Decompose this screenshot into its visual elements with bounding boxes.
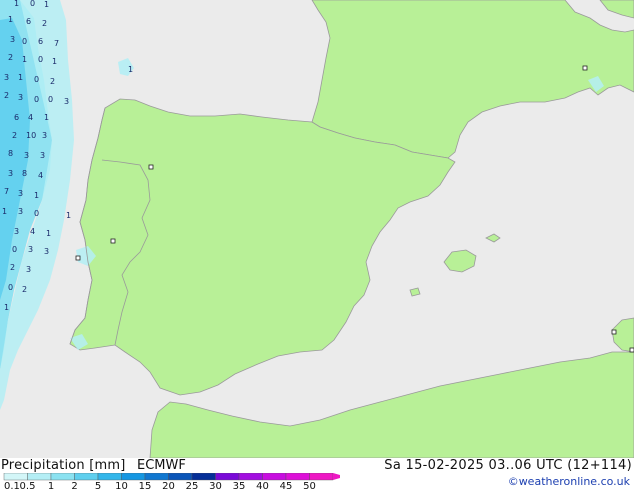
legend-tick-label: 30 — [209, 481, 222, 490]
valid-time: Sa 15-02-2025 03..06 UTC (12+114) — [384, 458, 632, 473]
precip-value-label: 0 — [38, 55, 43, 64]
precip-value-label: 0 — [8, 283, 13, 292]
precipitation-map: 1 0 11 6 23 0 6 72 1 0 113 1 0 22 3 0 0 36 4 12 10 38 3 33 8 47 3 1… — [0, 0, 634, 458]
precip-value-label: 2 — [10, 263, 15, 272]
legend-color-swatch — [97, 473, 122, 481]
model-name: ECMWF — [137, 458, 186, 473]
precip-value-label: 0 — [30, 0, 35, 8]
city-marker-lisbon — [110, 238, 116, 244]
legend-tick-label: 0.5 — [20, 481, 36, 490]
precip-value-label: 2 — [50, 77, 55, 86]
legend-tick-label: 1 — [48, 481, 54, 490]
legend-color-swatch — [121, 473, 146, 481]
precip-value-label: 6 — [26, 17, 31, 26]
precip-value-label: 1 — [14, 0, 19, 8]
legend-color-swatch — [309, 473, 334, 481]
precip-value-label: 10 — [26, 131, 36, 140]
legend-tick-label: 40 — [256, 481, 269, 490]
legend-tick-label: 10 — [115, 481, 128, 490]
legend-tick-label: 35 — [233, 481, 246, 490]
precip-value-label: 1 — [8, 15, 13, 24]
legend-tick-label: 0.1 — [4, 481, 20, 490]
precip-value-label: 6 — [38, 37, 43, 46]
precip-value-label: 3 — [10, 35, 15, 44]
precip-value-label: 8 — [22, 169, 27, 178]
precip-value-label: 3 — [4, 73, 9, 82]
precip-value-label: 3 — [44, 247, 49, 256]
city-marker-edge — [629, 347, 634, 353]
precip-value-label: 3 — [18, 189, 23, 198]
precip-value-label: 7 — [4, 187, 9, 196]
legend-tick-label: 45 — [280, 481, 293, 490]
legend-color-swatch — [50, 473, 75, 481]
precip-value-label: 1 — [2, 207, 7, 216]
precip-value-label: 3 — [24, 151, 29, 160]
precip-value-label: 4 — [28, 113, 33, 122]
city-marker-porto — [148, 164, 154, 170]
precip-value-label: 0 — [12, 245, 17, 254]
precip-value-label: 3 — [40, 151, 45, 160]
precip-value-label: 2 — [8, 53, 13, 62]
precip-value-label: 8 — [8, 149, 13, 158]
legend-color-swatch — [215, 473, 240, 481]
precip-value-label: 3 — [64, 97, 69, 106]
precip-value-label: 3 — [18, 93, 23, 102]
precipitation-legend: 0.1 0.5 1 2 5 10 15 20 25 30 35 40 45 50 — [3, 473, 340, 490]
footer-bar: Precipitation [mm] ECMWF Sa 15-02-2025 0… — [0, 458, 634, 490]
legend-tick-label: 5 — [95, 481, 101, 490]
precip-value-label: 7 — [54, 39, 59, 48]
precip-value-label: 2 — [42, 19, 47, 28]
precip-value-label: 3 — [14, 227, 19, 236]
precip-value-label: 3 — [28, 245, 33, 254]
legend-color-swatch — [168, 473, 193, 481]
city-marker-marseille — [582, 65, 588, 71]
legend-arrow-tip — [333, 473, 340, 480]
precip-value-label: 1 — [46, 229, 51, 238]
precip-value-label: 0 — [34, 75, 39, 84]
legend-color-swatch — [3, 473, 28, 481]
legend-color-swatch — [27, 473, 52, 481]
precip-value-label: 2 — [12, 131, 17, 140]
precip-value-label: 3 — [26, 265, 31, 274]
precip-value-label: 0 — [34, 209, 39, 218]
legend-tick-label: 15 — [139, 481, 152, 490]
legend-tick-label: 25 — [186, 481, 199, 490]
precip-value-label: 1 — [44, 113, 49, 122]
legend-color-swatch — [285, 473, 310, 481]
precip-value-label: 1 — [44, 0, 49, 9]
precip-value-label: 3 — [18, 207, 23, 216]
legend-color-swatch — [238, 473, 263, 481]
precip-value-label: 0 — [22, 37, 27, 46]
map-title: Precipitation [mm] — [1, 458, 126, 473]
precip-value-label: 0 — [34, 95, 39, 104]
precip-value-label: 1 — [128, 65, 133, 74]
precip-value-label: 2 — [22, 285, 27, 294]
precip-value-label: 3 — [8, 169, 13, 178]
precip-value-label: 2 — [4, 91, 9, 100]
legend-color-swatch — [144, 473, 169, 481]
city-marker-sardinia — [611, 329, 617, 335]
precip-value-label: 1 — [4, 303, 9, 312]
precip-value-label: 4 — [30, 227, 35, 236]
precip-value-label: 1 — [66, 211, 71, 220]
legend-color-swatch — [191, 473, 216, 481]
legend-tick-label: 20 — [162, 481, 175, 490]
legend-color-swatch — [74, 473, 99, 481]
precip-value-label: 1 — [22, 55, 27, 64]
legend-tick-label: 2 — [71, 481, 77, 490]
city-marker-2 — [75, 255, 81, 261]
precip-value-label: 6 — [14, 113, 19, 122]
precip-value-label: 1 — [34, 191, 39, 200]
legend-color-swatch — [262, 473, 287, 481]
credit-link[interactable]: ©weatheronline.co.uk — [508, 475, 630, 488]
legend-tick-label: 50 — [303, 481, 316, 490]
precip-value-label: 0 — [48, 95, 53, 104]
precip-value-label: 4 — [38, 171, 43, 180]
precip-value-label: 1 — [52, 57, 57, 66]
precip-value-label: 3 — [42, 131, 47, 140]
precip-value-label: 1 — [18, 73, 23, 82]
